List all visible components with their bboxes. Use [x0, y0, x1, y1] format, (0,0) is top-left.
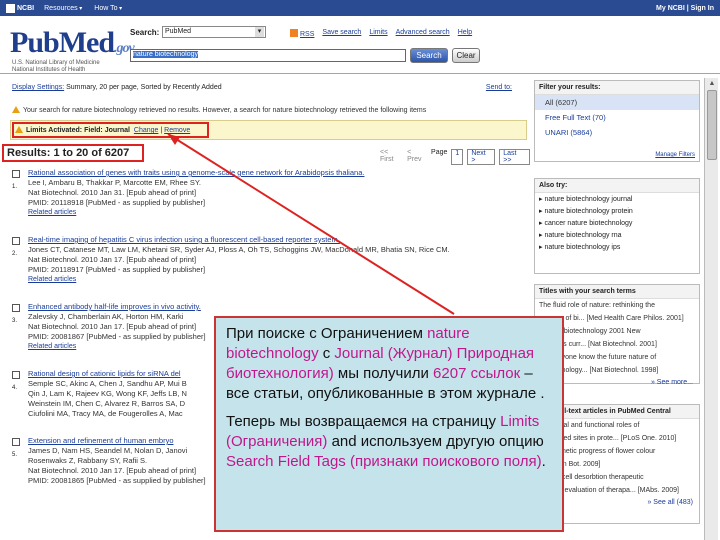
also-try-title: Also try: [535, 179, 699, 193]
filter-title: Filter your results: [535, 81, 699, 95]
display-settings-value: Summary, 20 per page, Sorted by Recently… [66, 84, 222, 91]
warning-icon [12, 106, 20, 113]
callout-highlight: 6207 ссылок [433, 365, 521, 382]
callout-text: and используем другую опцию [327, 433, 544, 450]
also-try-item[interactable]: nature biotechnology protein [535, 205, 699, 217]
result-item: 1. Rational association of genes with tr… [12, 168, 527, 235]
nlm-line: U.S. National Library of Medicine [12, 60, 100, 66]
resources-menu[interactable]: Resources [44, 5, 82, 12]
ncbi-top-bar: NCBI Resources How To My NCBI | Sign In [0, 0, 720, 16]
result-checkbox[interactable] [12, 438, 20, 446]
callout-text: мы получили [333, 365, 434, 382]
advanced-search-link[interactable]: Advanced search [396, 29, 450, 38]
howto-menu[interactable]: How To [94, 5, 122, 12]
callout-paragraph-2: Теперь мы возвращаемся на страницу Limit… [226, 412, 552, 472]
nih-line: National Institutes of Health [12, 67, 86, 73]
filter-all[interactable]: All (6207) [535, 95, 699, 110]
result-number: 1. [12, 184, 18, 190]
ncbi-logo[interactable]: NCBI [6, 3, 35, 13]
next-page-button[interactable]: Next > [467, 149, 496, 165]
limits-highlight-box [12, 122, 209, 138]
result-title-link[interactable]: Enhanced antibody half-life improves in … [28, 302, 528, 312]
also-try-item[interactable]: nature biotechnology rna [535, 229, 699, 241]
search-input-value: nature biotechnology [133, 51, 198, 58]
result-number: 4. [12, 385, 18, 391]
callout-text: . [541, 453, 546, 470]
search-button[interactable]: Search [410, 48, 448, 63]
filter-box: Filter your results: All (6207) Free Ful… [534, 80, 700, 162]
titles-box-title: Titles with your search terms [535, 285, 699, 299]
nlm-subtitle: U.S. National Library of Medicine Nationa… [12, 60, 100, 74]
result-authors: Lee I, Ambaru B, Thakkar P, Marcotte EM,… [28, 178, 202, 187]
display-settings-link[interactable]: Display Settings: [12, 84, 64, 91]
titles-line[interactable]: The fluid role of nature: rethinking the [535, 299, 699, 312]
result-source: Nat Biotechnol. 2010 Jan 31. [Epub ahead… [28, 188, 197, 197]
pager: << First < Prev Page 1 Next > Last >> [380, 149, 530, 165]
related-articles-link[interactable]: Related articles [28, 208, 528, 218]
callout-highlight: Search Field Tags (признаки поискового п… [226, 453, 542, 470]
limits-link[interactable]: Limits [369, 29, 387, 38]
page-number-input[interactable]: 1 [451, 149, 464, 165]
search-message-text: Your search for nature biotechnology ret… [23, 107, 427, 114]
display-settings-row: Display Settings: Summary, 20 per page, … [12, 84, 512, 91]
filter-free-full-text[interactable]: Free Full Text (70) [535, 110, 699, 125]
scroll-up-arrow-icon[interactable]: ▲ [707, 79, 717, 88]
clear-button[interactable]: Clear [452, 48, 480, 63]
result-checkbox[interactable] [12, 170, 20, 178]
callout-text: При поиске с Ограничением [226, 325, 428, 342]
search-message: Your search for nature biotechnology ret… [12, 106, 527, 114]
help-link[interactable]: Help [458, 29, 472, 38]
also-try-item[interactable]: nature biotechnology ips [535, 241, 699, 253]
header-links: RSS Save search Limits Advanced search H… [290, 29, 472, 38]
result-number: 3. [12, 318, 18, 324]
search-input[interactable]: nature biotechnology [130, 49, 406, 62]
prev-page-link[interactable]: < Prev [407, 149, 427, 165]
related-articles-link[interactable]: Related articles [28, 275, 528, 285]
ncbi-logo-icon [6, 3, 15, 13]
rss-link[interactable]: RSS [290, 29, 314, 38]
result-pmid: PMID: 20118917 [PubMed - as supplied by … [28, 265, 206, 274]
result-authors: Jones CT, Catanese MT, Law LM, Khetani S… [28, 245, 450, 254]
save-search-link[interactable]: Save search [322, 29, 361, 38]
result-source: Nat Biotechnol. 2010 Jan 17. [Epub ahead… [28, 255, 197, 264]
also-try-box: Also try: nature biotechnology journal n… [534, 178, 700, 274]
send-to-link[interactable]: Send to: [486, 84, 512, 91]
callout-paragraph-1: При поиске с Ограничением nature biotech… [226, 324, 552, 404]
first-page-link[interactable]: << First [380, 149, 403, 165]
last-page-button[interactable]: Last >> [499, 149, 530, 165]
results-count: Results: 1 to 20 of 6207 [2, 144, 144, 162]
also-try-item[interactable]: cancer nature biotechnology [535, 217, 699, 229]
also-try-item[interactable]: nature biotechnology journal [535, 193, 699, 205]
callout-text: с [318, 345, 335, 362]
result-title-link[interactable]: Rational association of genes with trait… [28, 168, 528, 178]
result-checkbox[interactable] [12, 371, 20, 379]
scrollbar-thumb[interactable] [707, 90, 717, 160]
manage-filters-link[interactable]: Manage Filters [655, 152, 695, 158]
result-title-link[interactable]: Real-time imaging of hepatitis C virus i… [28, 235, 528, 245]
rss-link-text[interactable]: RSS [300, 31, 314, 38]
account-links[interactable]: My NCBI | Sign In [656, 5, 714, 12]
result-pmid: PMID: 20118918 [PubMed - as supplied by … [28, 198, 206, 207]
pubmed-logo-text: PubMed [10, 26, 115, 59]
callout-text: Теперь мы возвращаемся на страницу [226, 413, 501, 430]
result-item: 2. Real-time imaging of hepatitis C viru… [12, 235, 527, 302]
rss-icon [290, 29, 298, 37]
ncbi-logo-text: NCBI [17, 4, 35, 12]
pubmed-header: PubMed.gov U.S. National Library of Medi… [0, 16, 720, 74]
database-select[interactable]: PubMed [162, 26, 266, 38]
search-label: Search: [130, 28, 160, 37]
annotation-callout: При поиске с Ограничением nature biotech… [214, 316, 564, 532]
page-label: Page [431, 149, 448, 156]
result-checkbox[interactable] [12, 237, 20, 245]
page-scrollbar[interactable]: ▲ [704, 78, 718, 540]
pubmed-logo[interactable]: PubMed.gov [10, 26, 135, 60]
result-number: 5. [12, 452, 18, 458]
result-number: 2. [12, 251, 18, 257]
filter-unari[interactable]: UNARI (5864) [535, 125, 699, 140]
result-checkbox[interactable] [12, 304, 20, 312]
